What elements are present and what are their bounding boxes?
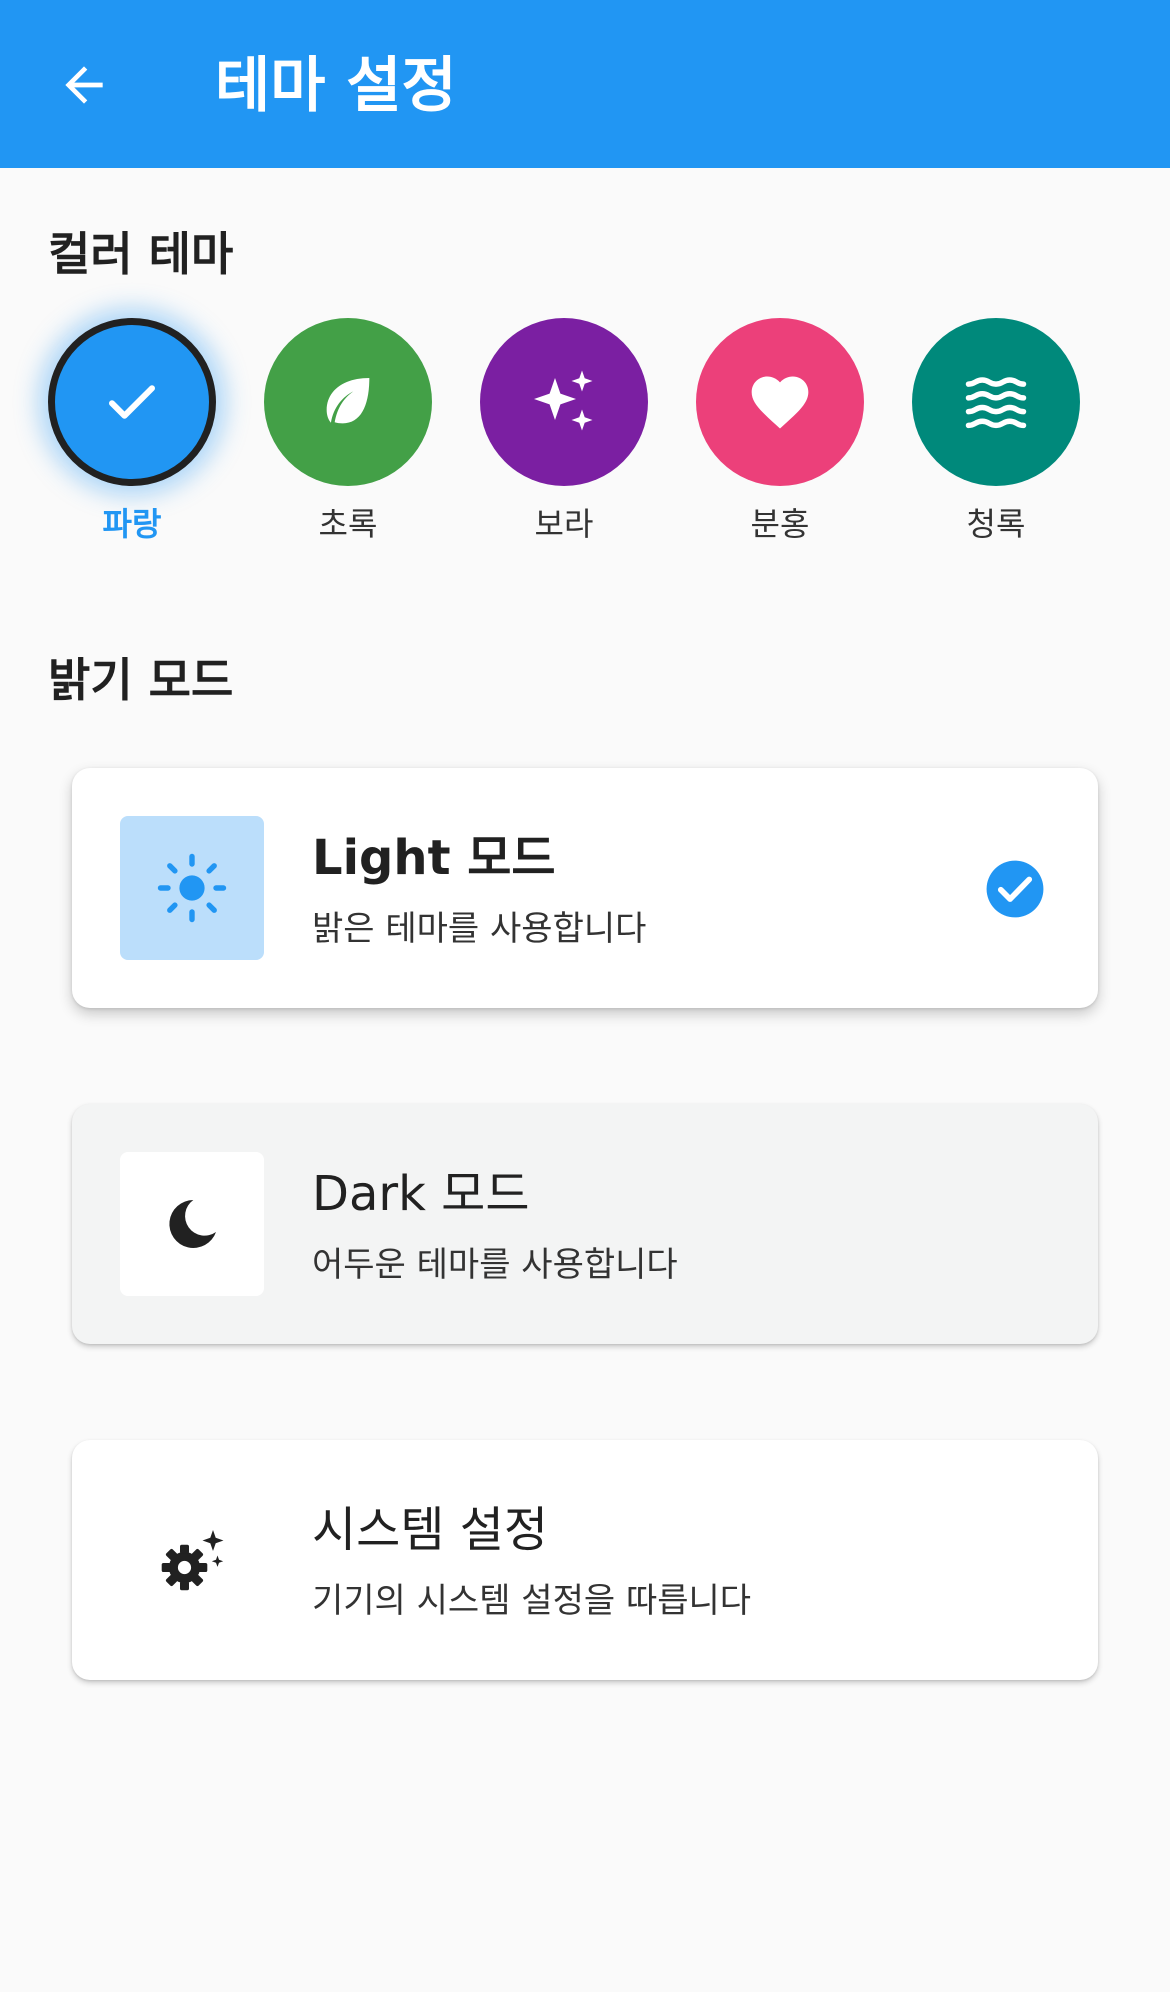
waves-icon xyxy=(965,377,1027,429)
swatch-teal[interactable]: 청록 xyxy=(912,318,1080,546)
swatch-blue[interactable]: 파랑 xyxy=(48,318,216,546)
swatch-purple[interactable]: 보라 xyxy=(480,318,648,546)
system-mode-icon-box xyxy=(120,1488,264,1632)
back-button[interactable] xyxy=(38,44,130,126)
light-mode-desc: 밝은 테마를 사용합니다 xyxy=(312,909,647,949)
page-title: 테마 설정 xyxy=(215,51,457,121)
light-mode-icon-box xyxy=(120,816,264,960)
system-mode-card[interactable]: 시스템 설정 기기의 시스템 설정을 따릅니다 xyxy=(72,1440,1098,1680)
system-mode-desc: 기기의 시스템 설정을 따릅니다 xyxy=(312,1581,752,1621)
swatch-green-label: 초록 xyxy=(318,505,378,543)
light-mode-card[interactable]: Light 모드 밝은 테마를 사용합니다 xyxy=(72,768,1098,1008)
swatch-purple-circle[interactable] xyxy=(480,318,648,486)
leaf-icon xyxy=(326,378,370,424)
swatch-teal-label: 청록 xyxy=(966,505,1026,543)
swatch-green-circle[interactable] xyxy=(264,318,432,486)
gear-sparkle-icon xyxy=(161,1530,224,1591)
light-mode-title: Light 모드 xyxy=(312,830,556,886)
swatch-blue-label: 파랑 xyxy=(102,505,162,543)
app-bar: 테마 설정 xyxy=(0,0,1170,168)
sparkles-icon xyxy=(534,370,593,431)
system-mode-title: 시스템 설정 xyxy=(312,1502,549,1558)
moon-icon xyxy=(169,1200,216,1248)
swatch-pink-label: 분홍 xyxy=(750,505,810,543)
dark-mode-card[interactable]: Dark 모드 어두운 테마를 사용합니다 xyxy=(72,1104,1098,1344)
check-icon xyxy=(109,385,155,419)
check-circle-icon xyxy=(986,860,1044,918)
heart-icon xyxy=(751,376,809,429)
swatch-blue-circle[interactable] xyxy=(48,318,216,486)
brightness-section-title: 밝기 모드 xyxy=(48,653,234,707)
swatch-teal-circle[interactable] xyxy=(912,318,1080,486)
swatch-pink-circle[interactable] xyxy=(696,318,864,486)
swatch-purple-label: 보라 xyxy=(534,505,594,543)
swatch-pink[interactable]: 분홍 xyxy=(696,318,864,546)
arrow-left-icon xyxy=(65,66,103,104)
swatch-green[interactable]: 초록 xyxy=(264,318,432,546)
dark-mode-icon-box xyxy=(120,1152,264,1296)
sun-icon xyxy=(157,853,227,923)
color-theme-section-title: 컬러 테마 xyxy=(48,227,234,281)
dark-mode-title: Dark 모드 xyxy=(312,1166,530,1222)
dark-mode-desc: 어두운 테마를 사용합니다 xyxy=(312,1245,678,1285)
